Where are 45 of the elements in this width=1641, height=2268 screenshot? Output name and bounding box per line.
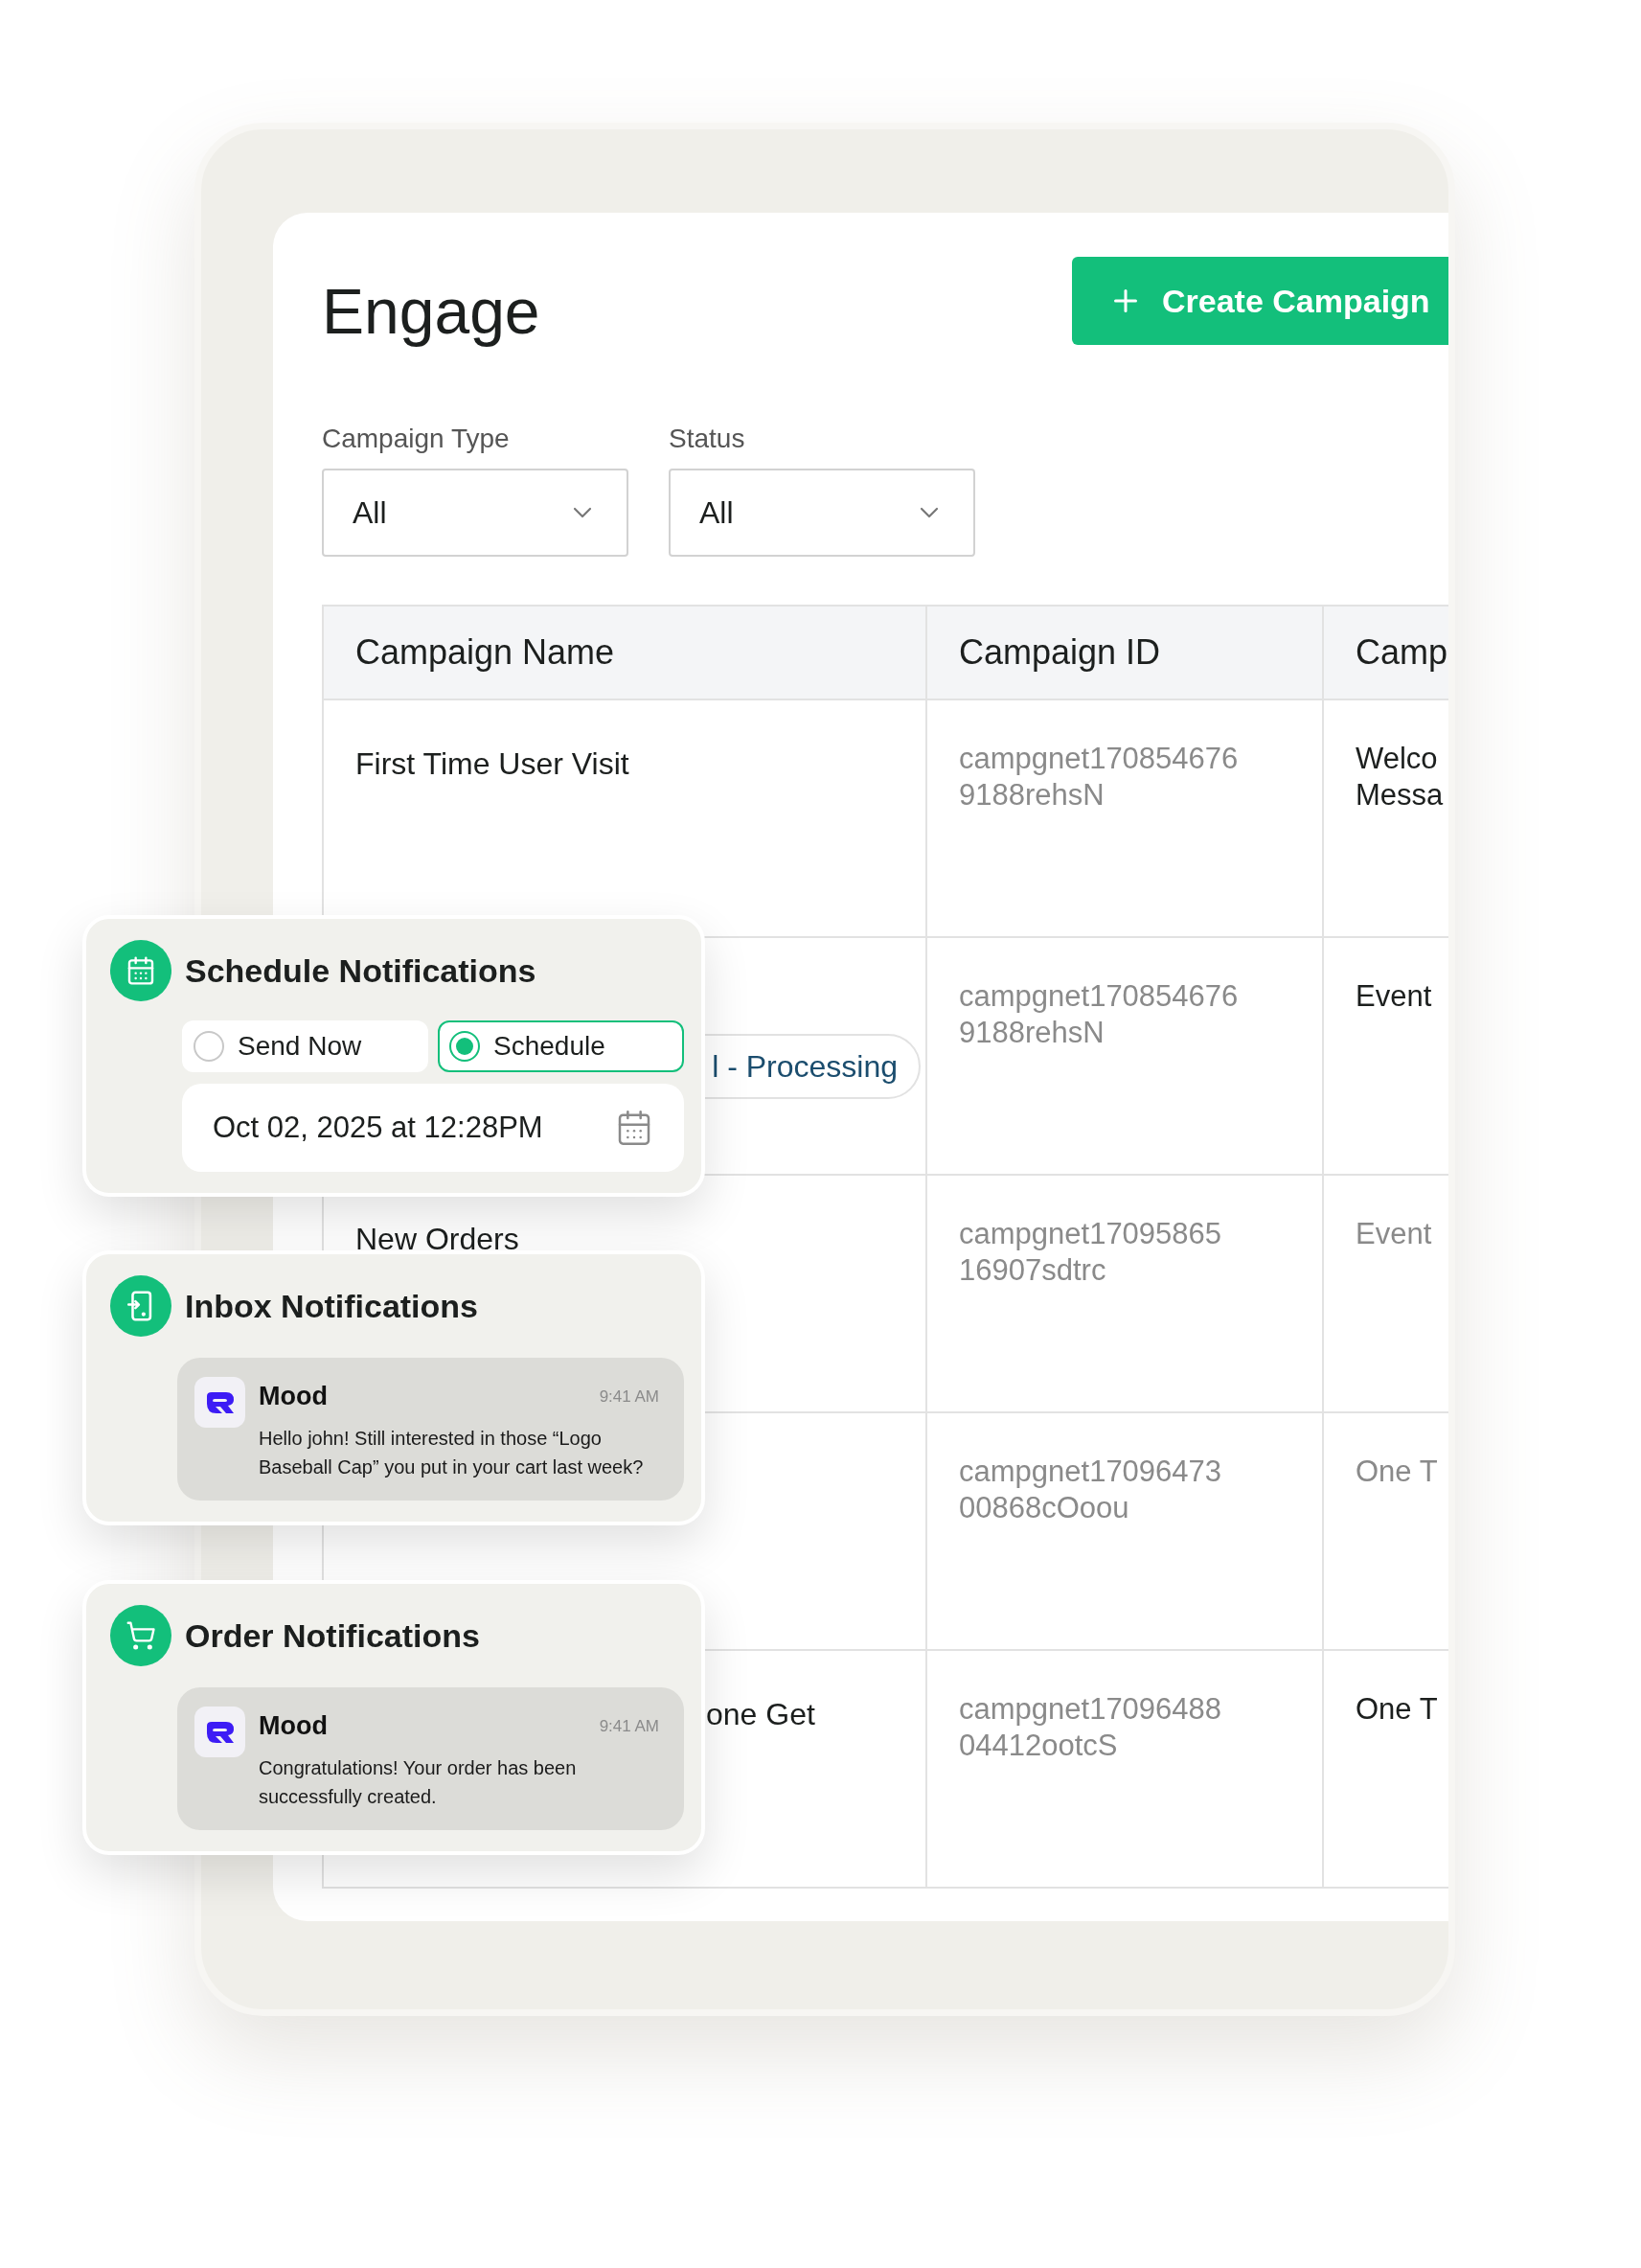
radio-icon	[449, 1031, 480, 1062]
calendar-icon	[125, 955, 156, 986]
table-cell: New Orders	[355, 1222, 519, 1256]
campaign-id: campgnet170854676	[959, 741, 1240, 777]
column-header: Camp	[1356, 631, 1448, 674]
app-logo-icon	[194, 1377, 245, 1428]
app-name: Mood	[259, 1710, 328, 1742]
app-name: Mood	[259, 1381, 328, 1412]
campaign-id: campgnet17095865	[959, 1216, 1223, 1252]
table-cell: First Time User Visit	[355, 746, 629, 781]
page-title: Engage	[322, 275, 541, 349]
campaign-type: Welco	[1356, 741, 1439, 777]
campaign-id: 16907sdtrc	[959, 1252, 1107, 1289]
filter-select[interactable]: All	[322, 469, 628, 557]
message-text: Hello john! Still interested in those “Logo Baseball Cap” you put in your cart last week?	[259, 1426, 645, 1479]
campaign-id: campgnet17096473	[959, 1454, 1223, 1490]
card-title: Schedule Notifications	[185, 951, 536, 991]
filter-label: Campaign Type	[322, 423, 511, 455]
campaign-id: 04412ootcS	[959, 1728, 1119, 1764]
app-logo-icon	[194, 1707, 245, 1757]
campaign-id: 9188rehsN	[959, 1015, 1105, 1051]
campaign-type: Messa	[1356, 777, 1445, 813]
campaign-id: 9188rehsN	[959, 777, 1105, 813]
card-title: Inbox Notifications	[185, 1286, 478, 1326]
radio-icon	[194, 1031, 224, 1062]
campaign-type: Event	[1356, 978, 1433, 1015]
campaign-id: 00868cOoou	[959, 1490, 1130, 1526]
date-field[interactable]: Oct 02, 2025 at 12:28PM	[182, 1084, 684, 1172]
campaign-type: One T	[1356, 1454, 1439, 1490]
radio-option[interactable]: Schedule	[438, 1020, 684, 1072]
campaign-id: campgnet17096488	[959, 1691, 1223, 1728]
cart-icon	[125, 1620, 156, 1651]
column-header: Campaign ID	[959, 631, 1161, 674]
message-text: Congratulations! Your order has been successfully created.	[259, 1755, 578, 1809]
campaign-id: campgnet170854676	[959, 978, 1240, 1015]
card-title: Order Notifications	[185, 1615, 480, 1656]
column-header: Campaign Name	[355, 631, 615, 674]
filter-label: Status	[669, 423, 746, 455]
message-time: 9:41 AM	[599, 1386, 660, 1408]
campaign-type: Event	[1356, 1216, 1433, 1252]
table-cell: one Get	[706, 1697, 815, 1731]
message-time: 9:41 AM	[599, 1715, 660, 1737]
filter-select[interactable]: All	[669, 469, 975, 557]
radio-option[interactable]: Send Now	[182, 1020, 428, 1072]
campaign-type: One T	[1356, 1691, 1439, 1728]
